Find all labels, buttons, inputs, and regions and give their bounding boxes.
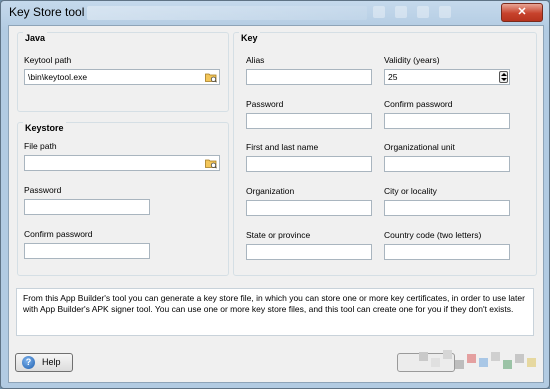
alias-label: Alias — [246, 55, 265, 65]
city-label: City or locality — [384, 186, 437, 196]
keytool-path-label: Keytool path — [24, 55, 72, 65]
folder-browse-icon[interactable] — [205, 71, 217, 83]
validity-label: Validity (years) — [384, 55, 440, 65]
file-path-field[interactable] — [24, 155, 220, 171]
close-button[interactable]: ✕ — [501, 3, 543, 22]
java-group: Java Keytool path \bin\keytool.exe — [17, 32, 229, 112]
title-bar[interactable]: Key Store tool ✕ — [1, 1, 549, 25]
keytool-path-field[interactable]: \bin\keytool.exe — [24, 69, 220, 85]
blurred-browser-address-bar — [87, 6, 367, 20]
state-field[interactable] — [246, 244, 372, 260]
keystore-confirm-password-label: Confirm password — [24, 229, 93, 239]
window-title: Key Store tool — [9, 5, 85, 19]
state-label: State or province — [246, 230, 311, 240]
dialog-client-area: Java Keytool path \bin\keytool.exe Keyst… — [8, 25, 544, 383]
alias-field[interactable] — [246, 69, 372, 85]
keystore-group: Keystore File path Password Confirm pass… — [17, 122, 229, 276]
organization-label: Organization — [246, 186, 295, 196]
org-unit-field[interactable] — [384, 156, 510, 172]
key-confirm-password-field[interactable] — [384, 113, 510, 129]
watermark-mosaic — [409, 344, 543, 380]
keystore-password-field[interactable] — [24, 199, 150, 215]
key-confirm-password-label: Confirm password — [384, 99, 453, 109]
info-text-box: From this App Builder's tool you can gen… — [16, 288, 534, 336]
java-group-title: Java — [23, 32, 48, 44]
file-path-label: File path — [24, 141, 57, 151]
help-button[interactable]: ? Help — [15, 353, 73, 372]
key-store-tool-window: Key Store tool ✕ Java Keytool path \bin\… — [0, 0, 550, 389]
org-unit-label: Organizational unit — [384, 142, 455, 152]
key-group-title: Key — [239, 32, 260, 44]
keystore-password-label: Password — [24, 185, 62, 195]
country-code-field[interactable] — [384, 244, 510, 260]
keytool-path-value: \bin\keytool.exe — [28, 72, 88, 82]
validity-spinner[interactable]: 25 — [384, 69, 510, 85]
city-field[interactable] — [384, 200, 510, 216]
organization-field[interactable] — [246, 200, 372, 216]
folder-browse-icon[interactable] — [205, 157, 217, 169]
question-icon: ? — [22, 356, 35, 369]
spinner-arrows-icon[interactable] — [499, 71, 508, 83]
key-group: Key Alias Validity (years) 25 Password C… — [233, 32, 537, 276]
key-password-field[interactable] — [246, 113, 372, 129]
key-password-label: Password — [246, 99, 284, 109]
blurred-toolbar-icons — [373, 6, 451, 18]
first-last-name-field[interactable] — [246, 156, 372, 172]
help-button-label: Help — [42, 357, 61, 367]
keystore-group-title: Keystore — [23, 122, 66, 134]
country-code-label: Country code (two letters) — [384, 230, 482, 240]
validity-value: 25 — [388, 72, 398, 82]
first-last-name-label: First and last name — [246, 142, 319, 152]
info-text: From this App Builder's tool you can gen… — [23, 293, 525, 314]
keystore-confirm-password-field[interactable] — [24, 243, 150, 259]
